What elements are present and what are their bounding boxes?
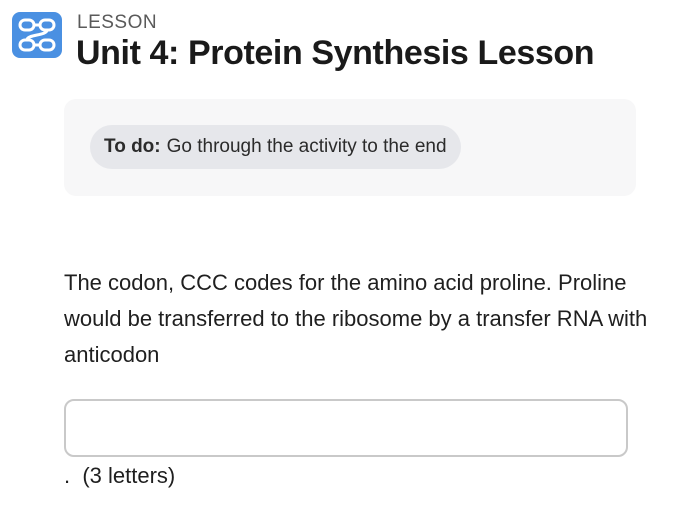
todo-panel: To do: Go through the activity to the en… bbox=[64, 99, 636, 196]
page-title: Unit 4: Protein Synthesis Lesson bbox=[76, 34, 595, 72]
lesson-page: LESSON Unit 4: Protein Synthesis Lesson … bbox=[0, 0, 700, 527]
question-text: The codon, CCC codes for the amino acid … bbox=[64, 270, 648, 367]
anticodon-answer-input[interactable] bbox=[64, 399, 628, 457]
todo-label: To do: bbox=[104, 136, 161, 157]
answer-length-hint: . (3 letters) bbox=[64, 463, 176, 488]
workflow-icon bbox=[12, 12, 62, 58]
lesson-eyebrow: LESSON bbox=[77, 12, 158, 33]
todo-badge: To do: Go through the activity to the en… bbox=[90, 125, 461, 169]
todo-text: Go through the activity to the end bbox=[166, 136, 447, 157]
